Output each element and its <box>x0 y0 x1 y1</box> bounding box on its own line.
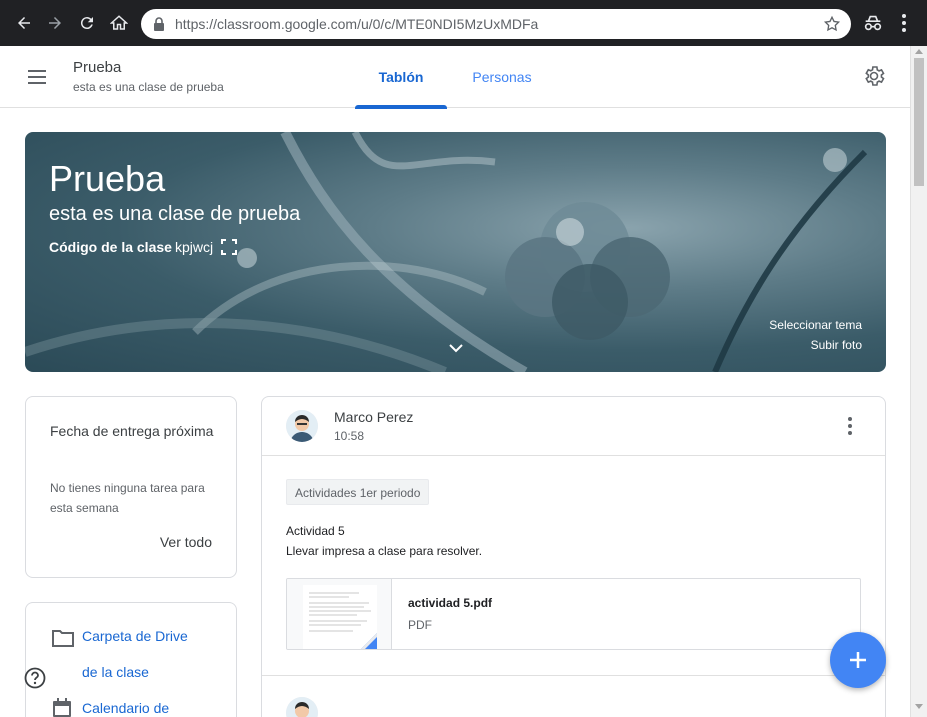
resources-card: Carpeta de Drive de la clase Calendario … <box>25 602 237 717</box>
add-fab-button[interactable] <box>830 632 886 688</box>
post-time: 10:58 <box>334 429 365 443</box>
help-icon[interactable] <box>24 667 46 689</box>
forward-icon[interactable] <box>43 11 67 35</box>
divider <box>262 675 885 676</box>
folder-icon <box>52 629 74 652</box>
upload-photo-link[interactable]: Subir foto <box>811 338 862 352</box>
avatar <box>286 410 318 442</box>
banner-subtitle: esta es una clase de prueba <box>49 203 301 225</box>
chevron-down-icon[interactable] <box>448 340 464 361</box>
browser-toolbar: https://classroom.google.com/u/0/c/MTE0N… <box>0 0 927 46</box>
view-all-button[interactable]: Ver todo <box>160 534 212 550</box>
reload-icon[interactable] <box>75 11 99 35</box>
classroom-header: Prueba esta es una clase de prueba Tabló… <box>0 46 910 109</box>
tab-personas[interactable]: Personas <box>460 46 544 108</box>
home-icon[interactable] <box>107 11 131 35</box>
avatar <box>286 697 318 717</box>
settings-gear-icon[interactable] <box>862 64 886 88</box>
class-name[interactable]: Prueba <box>73 59 121 76</box>
class-code-label: Código de la clase <box>49 239 172 255</box>
stream-post: Marco Perez 10:58 Actividades 1er period… <box>261 396 886 717</box>
post-description: Llevar impresa a clase para resolver. <box>286 544 483 558</box>
hamburger-menu-icon[interactable] <box>25 65 49 89</box>
plus-icon <box>850 652 866 668</box>
drive-folder-link[interactable]: Carpeta de Drive <box>82 628 188 644</box>
select-theme-link[interactable]: Seleccionar tema <box>769 318 862 332</box>
post-title: Actividad 5 <box>286 524 345 538</box>
attachment-type: PDF <box>408 618 432 632</box>
attachment-name[interactable]: actividad 5.pdf <box>408 596 492 610</box>
more-options-icon[interactable] <box>840 415 860 437</box>
upcoming-title: Fecha de entrega próxima <box>50 423 214 439</box>
scrollbar-thumb[interactable] <box>914 58 924 186</box>
incognito-icon[interactable] <box>862 12 884 39</box>
star-icon[interactable] <box>823 15 841 38</box>
fullscreen-icon[interactable] <box>221 239 237 260</box>
scroll-down-icon[interactable] <box>915 704 923 709</box>
tab-tablon[interactable]: Tablón <box>355 46 447 109</box>
lock-icon <box>153 17 165 36</box>
class-code: kpjwcj <box>175 239 214 255</box>
post-author: Marco Perez <box>334 409 414 425</box>
calendar-link[interactable]: Calendario de <box>82 700 169 716</box>
address-bar[interactable]: https://classroom.google.com/u/0/c/MTE0N… <box>141 9 851 39</box>
scroll-up-icon[interactable] <box>915 49 923 54</box>
topic-chip: Actividades 1er periodo <box>286 479 430 505</box>
page-scrollbar[interactable] <box>910 46 927 717</box>
upcoming-empty-text: No tienes ninguna tarea para esta semana <box>50 481 205 515</box>
attachment[interactable]: actividad 5.pdf PDF <box>286 578 861 650</box>
banner-title: Prueba <box>49 158 166 199</box>
drive-folder-link-line2[interactable]: de la clase <box>82 664 149 680</box>
url-text: https://classroom.google.com/u/0/c/MTE0N… <box>175 16 539 32</box>
menu-dots-icon[interactable] <box>901 12 907 39</box>
pdf-thumbnail <box>287 579 392 649</box>
divider <box>262 455 885 456</box>
upcoming-card: Fecha de entrega próxima No tienes ningu… <box>25 396 237 578</box>
class-banner: Prueba esta es una clase de prueba Códig… <box>25 132 886 372</box>
back-icon[interactable] <box>12 11 36 35</box>
calendar-icon <box>52 698 72 717</box>
class-description: esta es una clase de prueba <box>73 80 224 94</box>
